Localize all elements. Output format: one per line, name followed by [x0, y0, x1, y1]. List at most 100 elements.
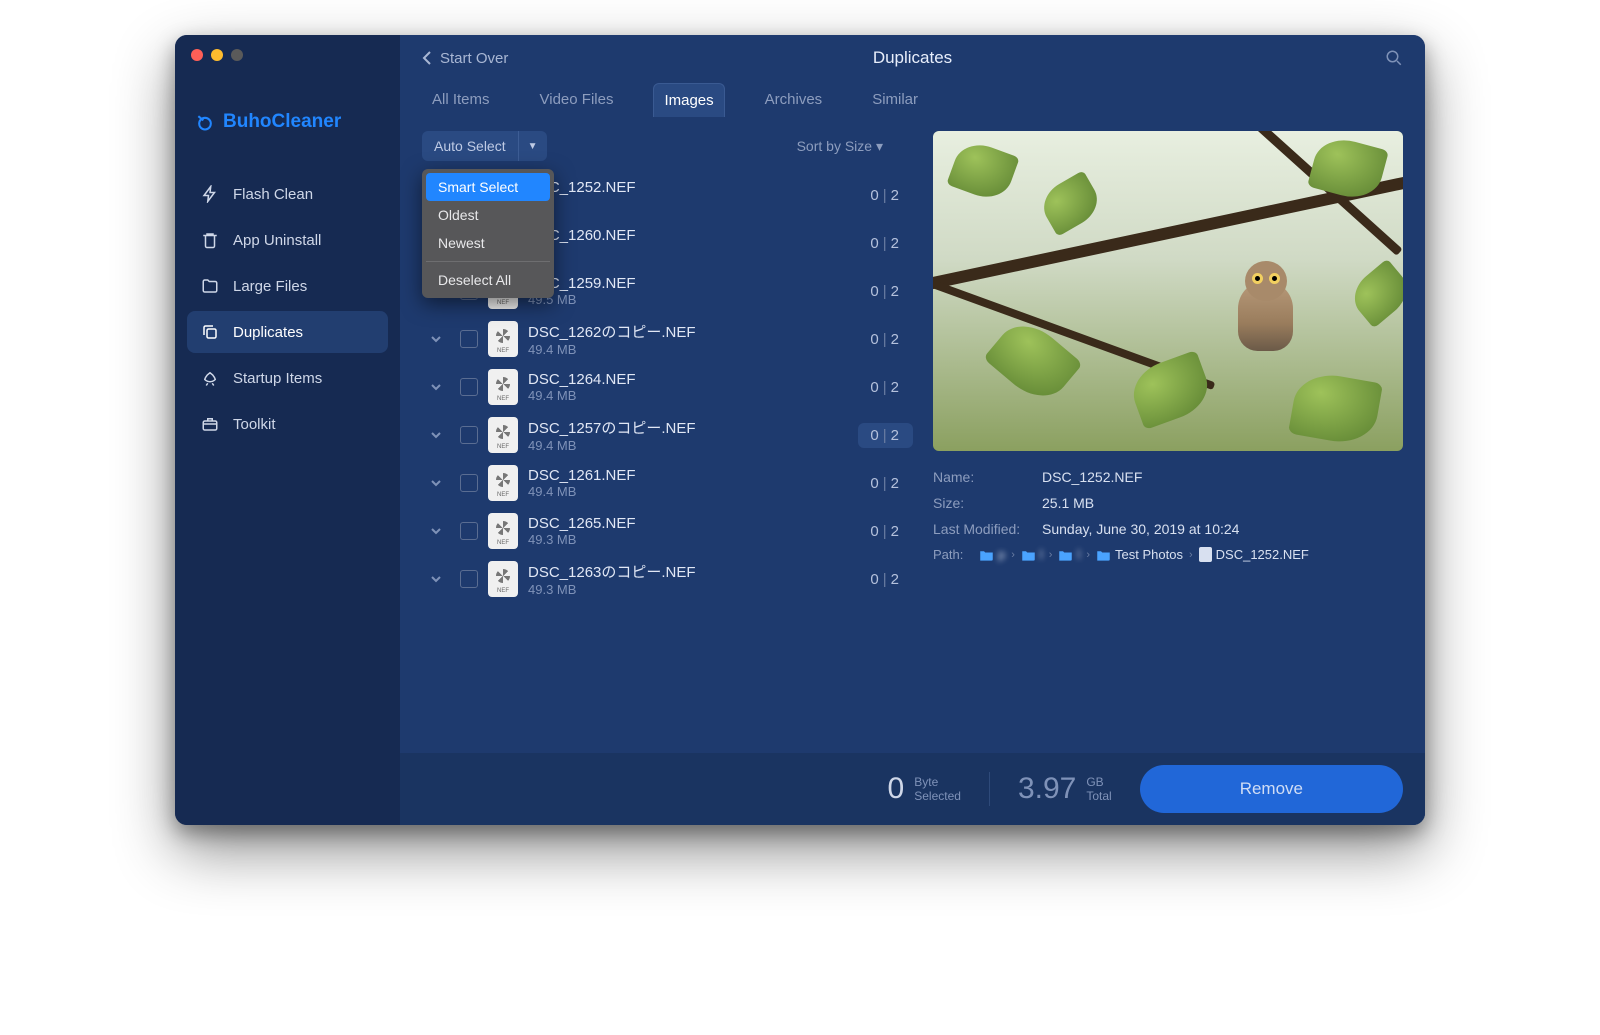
- file-size: MB: [528, 244, 848, 259]
- sidebar-item-label: App Uninstall: [233, 232, 321, 249]
- remove-button[interactable]: Remove: [1140, 765, 1403, 813]
- toolkit-icon: [201, 415, 219, 433]
- copies-icon: [201, 323, 219, 341]
- brand-logo-icon: [195, 112, 215, 132]
- content: Auto Select ▼ Smart Select Oldest Newest…: [400, 117, 1425, 753]
- path-segment[interactable]: Test Photos: [1096, 547, 1183, 562]
- checkbox[interactable]: [460, 522, 478, 540]
- dropdown-oldest[interactable]: Oldest: [426, 201, 550, 229]
- minimize-window-icon[interactable]: [211, 49, 223, 61]
- dropdown-newest[interactable]: Newest: [426, 229, 550, 257]
- chevron-down-icon[interactable]: ▼: [519, 134, 547, 159]
- chevron-right-icon: ›: [1086, 549, 1090, 561]
- sidebar-item-startup-items[interactable]: Startup Items: [187, 357, 388, 399]
- rocket-icon: [201, 369, 219, 387]
- tab-similar[interactable]: Similar: [862, 83, 928, 117]
- checkbox[interactable]: [460, 474, 478, 492]
- sidebar-item-toolkit[interactable]: Toolkit: [187, 403, 388, 445]
- dropdown-smart-select[interactable]: Smart Select: [426, 173, 550, 201]
- auto-select-dropdown: Smart Select Oldest Newest Deselect All: [422, 169, 554, 298]
- sidebar: BuhoCleaner Flash Clean App Uninstall La…: [175, 35, 400, 825]
- tab-archives[interactable]: Archives: [755, 83, 833, 117]
- file-thumbnail-icon: [488, 465, 518, 501]
- nav: Flash Clean App Uninstall Large Files Du…: [175, 173, 400, 445]
- file-list-area: Auto Select ▼ Smart Select Oldest Newest…: [422, 131, 913, 753]
- close-window-icon[interactable]: [191, 49, 203, 61]
- meta-modified-value: Sunday, June 30, 2019 at 10:24: [1042, 521, 1239, 537]
- meta-modified-label: Last Modified:: [933, 521, 1028, 537]
- file-row[interactable]: DSC_1262のコピー.NEF 49.4 MB 0|2: [422, 315, 913, 363]
- sidebar-item-label: Large Files: [233, 278, 307, 295]
- sidebar-item-app-uninstall[interactable]: App Uninstall: [187, 219, 388, 261]
- file-size: 49.4 MB: [528, 484, 848, 499]
- chevron-left-icon: [422, 50, 432, 66]
- selected-count: 0: [888, 772, 905, 806]
- brand: BuhoCleaner: [175, 111, 400, 133]
- file-name: DSC_1262のコピー.NEF: [528, 321, 848, 342]
- preview-image: [933, 131, 1403, 451]
- selected-stat: 0 ByteSelected: [888, 772, 961, 806]
- back-button[interactable]: Start Over: [422, 50, 508, 67]
- sidebar-item-label: Toolkit: [233, 416, 276, 433]
- sidebar-item-large-files[interactable]: Large Files: [187, 265, 388, 307]
- sidebar-item-duplicates[interactable]: Duplicates: [187, 311, 388, 353]
- sort-button[interactable]: Sort by Size ▾: [797, 138, 883, 155]
- duplicate-count: 0|2: [858, 375, 913, 400]
- titlebar: Start Over Duplicates: [400, 35, 1425, 77]
- brand-name: BuhoCleaner: [223, 111, 341, 133]
- total-stat: 3.97 GBTotal: [1018, 772, 1112, 806]
- preview-meta: Name: DSC_1252.NEF Size: 25.1 MB Last Mo…: [933, 469, 1403, 562]
- file-name: DSC_1264.NEF: [528, 371, 848, 388]
- checkbox[interactable]: [460, 330, 478, 348]
- file-thumbnail-icon: [488, 561, 518, 597]
- expand-icon[interactable]: [422, 381, 450, 393]
- path-file[interactable]: DSC_1252.NEF: [1199, 547, 1309, 562]
- tab-video-files[interactable]: Video Files: [530, 83, 624, 117]
- file-row[interactable]: DSC_1263のコピー.NEF 49.3 MB 0|2: [422, 555, 913, 603]
- app-window: BuhoCleaner Flash Clean App Uninstall La…: [175, 35, 1425, 825]
- file-row[interactable]: DSC_1261.NEF 49.4 MB 0|2: [422, 459, 913, 507]
- auto-select-label: Auto Select: [422, 131, 519, 161]
- expand-icon[interactable]: [422, 333, 450, 345]
- meta-path-label: Path:: [933, 547, 973, 562]
- file-row[interactable]: DSC_1265.NEF 49.3 MB 0|2: [422, 507, 913, 555]
- file-row[interactable]: DSC_1264.NEF 49.4 MB 0|2: [422, 363, 913, 411]
- duplicate-count: 0|2: [858, 279, 913, 304]
- expand-icon[interactable]: [422, 525, 450, 537]
- file-icon: [1199, 547, 1212, 562]
- path-segment[interactable]: l: [1058, 547, 1080, 562]
- checkbox[interactable]: [460, 570, 478, 588]
- checkbox[interactable]: [460, 426, 478, 444]
- list-controls: Auto Select ▼ Smart Select Oldest Newest…: [422, 131, 913, 161]
- file-name: DSC_1261.NEF: [528, 467, 848, 484]
- tab-all-items[interactable]: All Items: [422, 83, 500, 117]
- window-controls: [175, 49, 400, 61]
- checkbox[interactable]: [460, 378, 478, 396]
- file-name: DSC_1252.NEF: [528, 179, 848, 196]
- file-size: 49.4 MB: [528, 342, 848, 357]
- divider: [989, 772, 990, 806]
- folder-icon: [201, 277, 219, 295]
- sidebar-item-flash-clean[interactable]: Flash Clean: [187, 173, 388, 215]
- dropdown-deselect-all[interactable]: Deselect All: [426, 266, 550, 294]
- auto-select-button[interactable]: Auto Select ▼: [422, 131, 547, 161]
- page-title: Duplicates: [873, 48, 952, 68]
- expand-icon[interactable]: [422, 429, 450, 441]
- file-row[interactable]: DSC_1257のコピー.NEF 49.4 MB 0|2: [422, 411, 913, 459]
- sidebar-item-label: Startup Items: [233, 370, 322, 387]
- path-segment[interactable]: p: [979, 547, 1005, 562]
- search-icon[interactable]: [1385, 49, 1403, 67]
- lightning-icon: [201, 185, 219, 203]
- meta-size-label: Size:: [933, 495, 1028, 511]
- expand-icon[interactable]: [422, 477, 450, 489]
- expand-icon[interactable]: [422, 573, 450, 585]
- meta-name-label: Name:: [933, 469, 1028, 485]
- file-name: DSC_1259.NEF: [528, 275, 848, 292]
- file-size: 49.4 MB: [528, 388, 848, 403]
- path-segment[interactable]: l: [1021, 547, 1043, 562]
- total-count: 3.97: [1018, 772, 1076, 806]
- file-name: DSC_1260.NEF: [528, 227, 848, 244]
- bottom-bar: 0 ByteSelected 3.97 GBTotal Remove: [400, 753, 1425, 825]
- tab-images[interactable]: Images: [653, 83, 724, 117]
- maximize-window-icon[interactable]: [231, 49, 243, 61]
